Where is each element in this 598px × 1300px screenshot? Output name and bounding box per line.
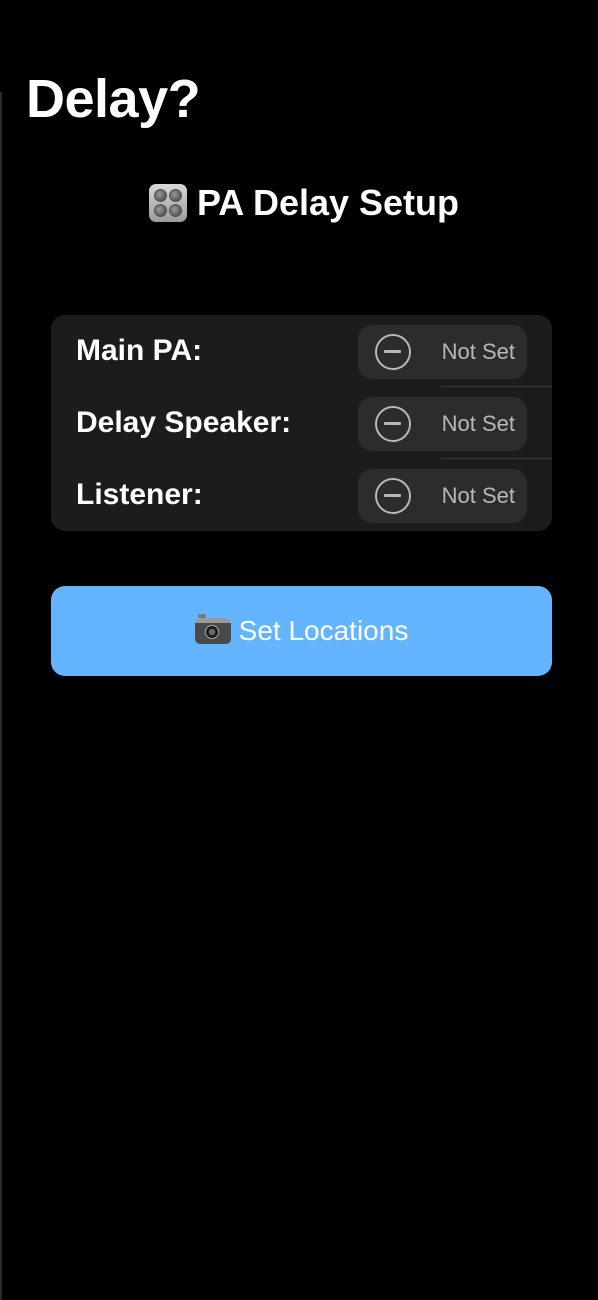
location-label: Main PA: [76, 334, 203, 367]
delay-speaker-status-button[interactable]: Not Set [358, 397, 527, 451]
screen-edge [0, 92, 2, 1300]
locations-card: Main PA: Not Set Delay Speaker: Not Set … [51, 315, 552, 531]
location-row-listener: Listener: Not Set [51, 459, 552, 531]
listener-status-button[interactable]: Not Set [358, 469, 527, 523]
main-pa-status-button[interactable]: Not Set [358, 325, 527, 379]
section-heading: PA Delay Setup [0, 180, 598, 226]
page-title: Delay? [26, 69, 201, 129]
minus-circle-icon [375, 334, 411, 370]
location-label: Delay Speaker: [76, 406, 292, 439]
location-row-main-pa: Main PA: Not Set [51, 315, 552, 387]
minus-circle-icon [375, 478, 411, 514]
status-text: Not Set [441, 339, 515, 364]
set-locations-label: Set Locations [238, 615, 409, 646]
location-row-delay-speaker: Delay Speaker: Not Set [51, 387, 552, 459]
status-text: Not Set [441, 411, 515, 436]
status-text: Not Set [441, 483, 515, 508]
set-locations-button[interactable]: Set Locations [51, 586, 552, 676]
location-label: Listener: [76, 478, 203, 511]
control-knobs-icon [148, 184, 187, 222]
camera-icon [194, 614, 231, 644]
section-heading-text: PA Delay Setup [196, 182, 460, 223]
minus-circle-icon [375, 406, 411, 442]
